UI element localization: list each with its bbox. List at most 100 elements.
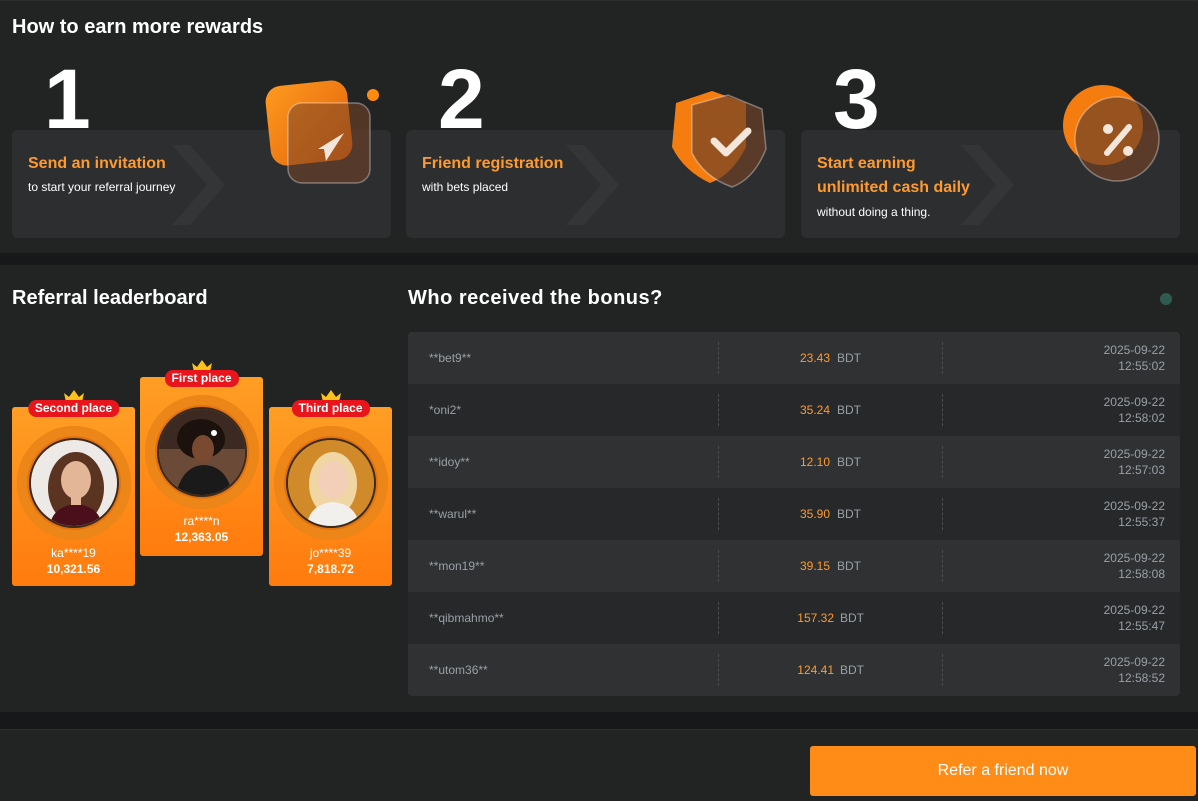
table-row: *oni2* 35.24 BDT 2025-09-22 12:58:02 <box>408 384 1180 436</box>
leaderboard-bonus-section: Referral leaderboard Who received the bo… <box>0 265 1198 712</box>
row-user: **idoy** <box>429 455 470 469</box>
row-user: **bet9** <box>429 351 472 365</box>
podium-first-place[interactable]: First place ra****n 12,363.05 <box>140 360 263 556</box>
live-indicator <box>1160 293 1172 305</box>
bonus-table: **bet9** 23.43 BDT 2025-09-22 12:55:02 *… <box>408 332 1180 696</box>
row-currency: BDT <box>840 663 864 677</box>
step-number: 2 <box>438 52 485 146</box>
row-date: 2025-09-22 <box>1103 551 1165 565</box>
check-badge-icon <box>672 91 767 188</box>
row-time: 12:55:37 <box>1118 515 1165 529</box>
row-currency: BDT <box>840 611 864 625</box>
avatar <box>28 438 119 528</box>
row-amount: 124.41 <box>797 663 834 677</box>
row-divider <box>942 602 943 634</box>
row-amount: 39.15 <box>799 559 830 573</box>
row-date: 2025-09-22 <box>1103 343 1165 357</box>
podium-second-place[interactable]: Second place ka****19 10,321.56 <box>12 390 135 586</box>
row-divider <box>942 446 943 478</box>
row-time: 12:57:03 <box>1118 463 1165 477</box>
row-divider <box>718 446 719 478</box>
bonus-title: Who received the bonus? <box>408 287 663 309</box>
chevron-decoration-icon <box>566 145 619 225</box>
step-heading: Friend registration <box>422 155 564 172</box>
table-row: **mon19** 39.15 BDT 2025-09-22 12:58:08 <box>408 540 1180 592</box>
avatar-ring <box>144 395 259 509</box>
row-datetime: 2025-09-22 12:58:52 <box>1104 654 1165 686</box>
row-date: 2025-09-22 <box>1103 395 1165 409</box>
row-date: 2025-09-22 <box>1103 447 1165 461</box>
table-row: **bet9** 23.43 BDT 2025-09-22 12:55:02 <box>408 332 1180 384</box>
place-badge: Second place <box>27 400 120 417</box>
row-currency: BDT <box>837 403 861 417</box>
table-row: **warul** 35.90 BDT 2025-09-22 12:55:37 <box>408 488 1180 540</box>
step-subtext: to start your referral journey <box>28 180 176 194</box>
row-amount: 12.10 <box>799 455 830 469</box>
row-date: 2025-09-22 <box>1103 603 1165 617</box>
table-row: **idoy** 12.10 BDT 2025-09-22 12:57:03 <box>408 436 1180 488</box>
row-divider <box>718 654 719 686</box>
avatar-ring <box>273 426 388 540</box>
avatar-ring <box>16 426 131 540</box>
row-divider <box>942 498 943 530</box>
place-badge: First place <box>164 370 239 387</box>
earn-rewards-section: How to earn more rewards Send an invitat… <box>0 0 1198 253</box>
row-date: 2025-09-22 <box>1103 499 1165 513</box>
row-divider <box>942 394 943 426</box>
row-user: **mon19** <box>429 559 485 573</box>
player-name: ka****19 <box>51 546 96 560</box>
row-time: 12:55:47 <box>1118 619 1165 633</box>
footer-bar: Refer a friend now <box>0 729 1198 801</box>
step-number: 3 <box>833 52 880 146</box>
step-2: Friend registration with bets placed 2 <box>406 57 785 239</box>
row-currency: BDT <box>837 507 861 521</box>
row-divider <box>718 602 719 634</box>
row-divider <box>942 654 943 686</box>
row-time: 12:58:02 <box>1118 411 1165 425</box>
row-divider <box>718 394 719 426</box>
paper-plane-icon <box>265 80 379 184</box>
table-row: **qibmahmo** 157.32 BDT 2025-09-22 12:55… <box>408 592 1180 644</box>
row-amount: 23.43 <box>799 351 830 365</box>
row-user: *oni2* <box>429 403 462 417</box>
step-heading-line1: Start earning <box>817 155 916 172</box>
earn-rewards-title: How to earn more rewards <box>12 16 264 38</box>
row-currency: BDT <box>837 559 861 573</box>
row-currency: BDT <box>837 351 861 365</box>
table-row: **utom36** 124.41 BDT 2025-09-22 12:58:5… <box>408 644 1180 696</box>
row-user: **warul** <box>429 507 477 521</box>
row-divider <box>942 342 943 374</box>
place-badge: Third place <box>291 400 370 417</box>
row-datetime: 2025-09-22 12:58:08 <box>1104 550 1165 582</box>
row-datetime: 2025-09-22 12:58:02 <box>1104 394 1165 426</box>
avatar <box>156 407 247 497</box>
step-heading-line2: unlimited cash daily <box>817 179 970 196</box>
step-subtext: without doing a thing. <box>817 205 931 219</box>
row-user: **qibmahmo** <box>429 611 504 625</box>
row-datetime: 2025-09-22 12:55:37 <box>1104 498 1165 530</box>
player-score: 10,321.56 <box>46 562 101 576</box>
avatar <box>285 438 376 528</box>
podium-third-place[interactable]: Third place jo****39 7,818.72 <box>269 390 392 586</box>
player-name: jo****39 <box>309 546 352 560</box>
row-amount: 35.24 <box>799 403 830 417</box>
row-datetime: 2025-09-22 12:55:47 <box>1104 602 1165 634</box>
player-name: ra****n <box>183 514 220 528</box>
refer-friend-button[interactable]: Refer a friend now <box>810 746 1196 796</box>
row-time: 12:55:02 <box>1118 359 1165 373</box>
row-divider <box>718 550 719 582</box>
row-divider <box>942 550 943 582</box>
step-3: Start earning unlimited cash daily witho… <box>801 57 1180 239</box>
leaderboard-title: Referral leaderboard <box>12 287 208 309</box>
row-user: **utom36** <box>429 663 488 677</box>
row-currency: BDT <box>837 455 861 469</box>
row-amount: 157.32 <box>797 611 834 625</box>
row-datetime: 2025-09-22 12:55:02 <box>1104 342 1165 374</box>
row-time: 12:58:52 <box>1118 671 1165 685</box>
row-datetime: 2025-09-22 12:57:03 <box>1104 446 1165 478</box>
row-amount: 35.90 <box>799 507 830 521</box>
percent-badge-icon <box>1063 85 1160 182</box>
row-date: 2025-09-22 <box>1103 655 1165 669</box>
player-score: 12,363.05 <box>174 530 229 544</box>
row-divider <box>718 342 719 374</box>
